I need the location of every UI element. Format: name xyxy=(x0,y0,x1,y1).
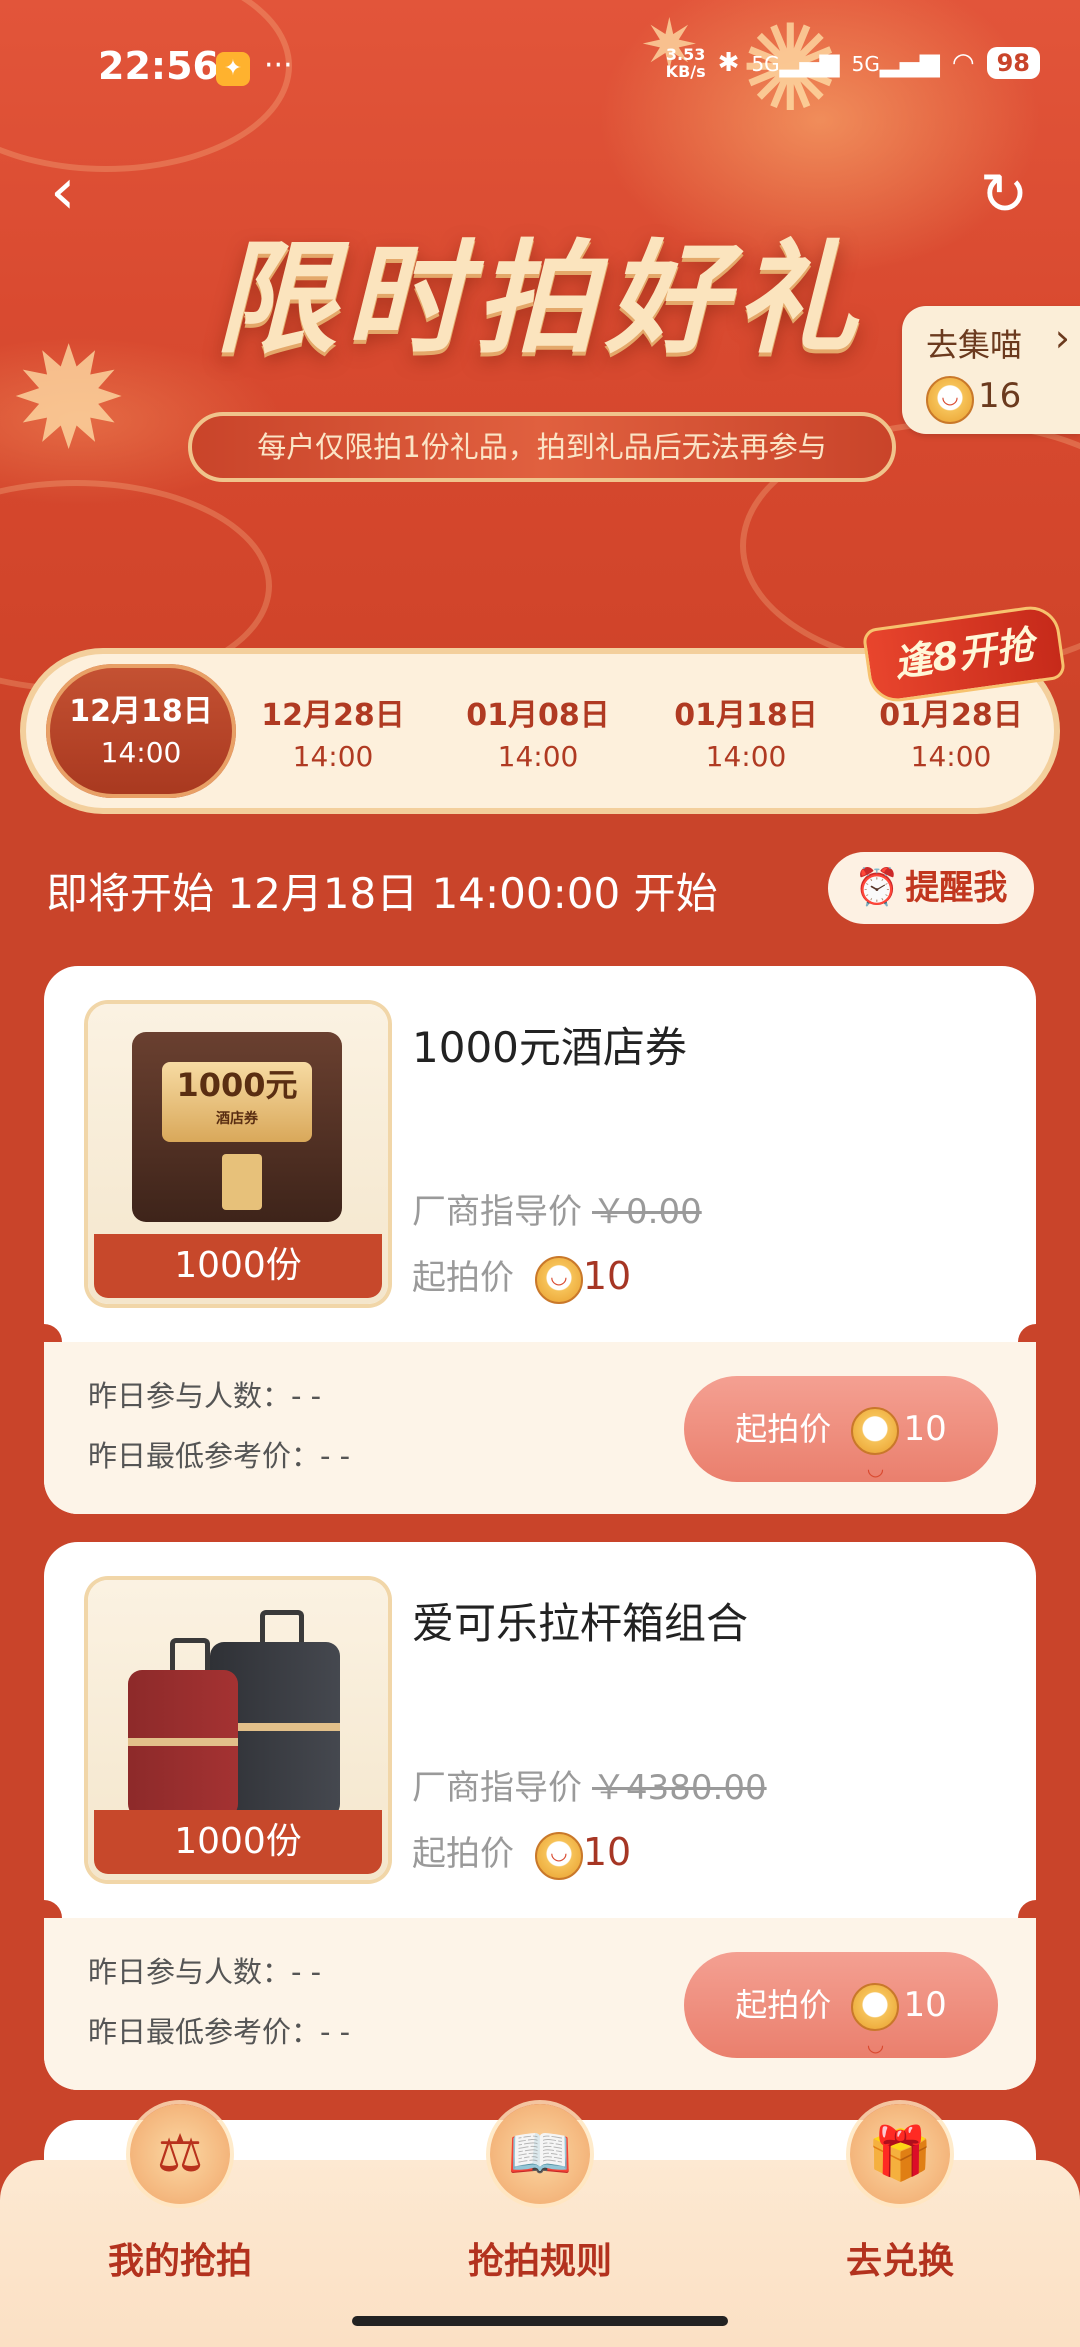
bluetooth-icon: ✱ xyxy=(717,48,740,78)
yesterday-stats: 昨日参与人数：- - 昨日最低参考价：- - xyxy=(88,1942,350,2062)
date-tab-2[interactable]: 12月28日 14:00 xyxy=(248,690,418,773)
page-title: 限时拍好礼 xyxy=(215,226,865,370)
cat-coin-icon xyxy=(851,1983,900,2097)
quantity-badge: 1000份 xyxy=(94,1234,382,1298)
collect-cats-button[interactable]: 去集喵 › 16 xyxy=(902,306,1080,434)
book-icon: 📖 xyxy=(490,2104,590,2204)
chevron-left-icon: ‹ xyxy=(50,155,76,229)
refresh-button[interactable]: ↻ xyxy=(972,162,1036,226)
refresh-icon: ↻ xyxy=(979,160,1029,228)
status-time: 22:56 xyxy=(98,44,219,88)
date-tab-1[interactable]: 12月18日 14:00 xyxy=(46,664,236,798)
starting-price: 起拍价 10 xyxy=(412,1826,631,1880)
product-title: 1000元酒店券 xyxy=(412,1023,687,1072)
net-speed: 3.53 KB/s xyxy=(665,45,706,81)
bid-button[interactable]: 起拍价 10 xyxy=(684,1952,998,2097)
signal-5g-2: 5G▂▄▆ xyxy=(851,48,940,78)
date-tab-4[interactable]: 01月18日 14:00 xyxy=(661,690,831,773)
suitcase-icon xyxy=(128,1670,238,1818)
bid-button[interactable]: 起拍价 10 xyxy=(684,1376,998,1521)
remind-me-button[interactable]: ⏰ 提醒我 xyxy=(828,852,1034,924)
cat-coin-icon xyxy=(534,1255,583,1304)
chevron-right-icon: › xyxy=(1054,316,1070,360)
firework-icon: ✹ xyxy=(10,318,128,481)
voucher-label: 酒店券 xyxy=(216,1111,258,1127)
voucher-amount: 1000元 xyxy=(176,1066,298,1104)
lowest-price: 昨日最低参考价：- - xyxy=(88,2015,351,2049)
participants-count: 昨日参与人数：- - xyxy=(88,1379,322,1413)
alarm-clock-icon: ⏰ xyxy=(854,867,900,908)
app-notification-icon: ✦ xyxy=(216,52,250,86)
lowest-price: 昨日最低参考价：- - xyxy=(88,1439,351,1473)
product-image: 1000份 xyxy=(88,1580,388,1880)
msrp-price: 厂商指导价 ￥4380.00 xyxy=(412,1768,767,1808)
product-image: 1000元 酒店券 1000份 xyxy=(88,1004,388,1304)
cat-coin-icon xyxy=(926,376,974,424)
more-notifications-icon: ··· xyxy=(264,48,293,83)
battery-indicator: 98 xyxy=(986,47,1040,79)
date-tab-5[interactable]: 01月28日 14:00 xyxy=(866,690,1036,773)
cat-coin-icon xyxy=(851,1407,900,1521)
back-button[interactable]: ‹ xyxy=(50,160,100,224)
gavel-icon: ⚖ xyxy=(130,2104,230,2204)
product-card[interactable]: 1000元 酒店券 1000份 1000元酒店券 厂商指导价 ￥0.00 起拍价 … xyxy=(26,966,1054,1521)
product-card[interactable]: 1000份 爱可乐拉杆箱组合 厂商指导价￥4380.00 起拍价 10 昨日参与… xyxy=(26,1542,1054,2097)
starting-price: 起拍价 10 xyxy=(412,1250,631,1304)
date-tab-3[interactable]: 01月08日 14:00 xyxy=(453,690,623,773)
quantity-badge: 1000份 xyxy=(94,1810,382,1874)
product-title: 爱可乐拉杆箱组合 xyxy=(412,1599,749,1648)
status-bar: 22:56 ✦ ··· 3.53 KB/s ✱ 5G▂▄▆ 5G▂▄▆ ◠ 98 xyxy=(98,44,1040,94)
building-icon xyxy=(222,1154,262,1210)
countdown-text: 即将开始 12月18日 14:00:00 开始 xyxy=(46,869,718,918)
coin-balance: 16 xyxy=(978,376,1022,416)
wifi-icon: ◠ xyxy=(951,48,975,78)
participants-count: 昨日参与人数：- - xyxy=(88,1955,322,1989)
msrp-price: 厂商指导价 ￥0.00 xyxy=(412,1192,702,1232)
gift-icon: 🎁 xyxy=(850,2104,950,2204)
collect-label: 去集喵 xyxy=(926,326,1023,364)
cat-coin-icon xyxy=(534,1831,583,1880)
home-indicator xyxy=(352,2316,728,2326)
rule-subtitle: 每户仅限拍1份礼品，拍到礼品后无法再参与 xyxy=(188,412,896,482)
yesterday-stats: 昨日参与人数：- - 昨日最低参考价：- - xyxy=(88,1366,350,1486)
signal-5g-1: 5G▂▄▆ xyxy=(751,48,840,78)
